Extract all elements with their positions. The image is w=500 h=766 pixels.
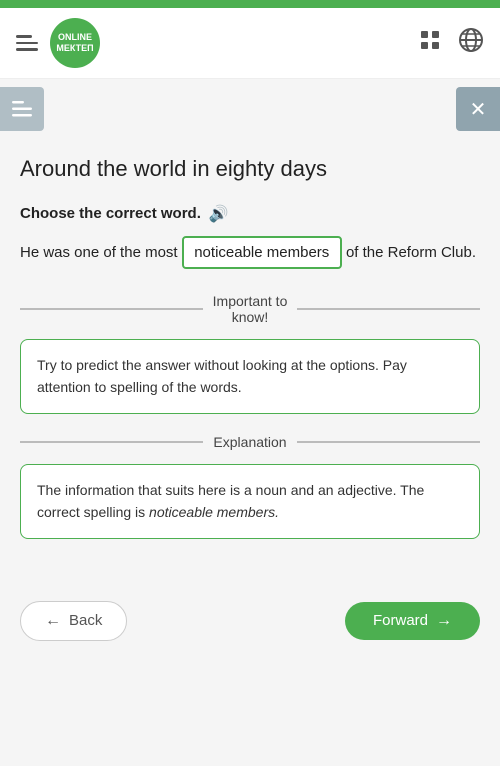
divider-line-right [297, 308, 480, 310]
nav-header: ONLINE МЕКТЕП ​ [0, 8, 500, 79]
info-card: Try to predict the answer without lookin… [20, 339, 480, 414]
grid-icon[interactable]: ​ [418, 28, 442, 58]
explanation-italic: noticeable members. [149, 504, 279, 520]
page-title: Around the world in eighty days [20, 155, 480, 184]
sound-icon[interactable]: 🔊 [209, 204, 229, 224]
main-content: Around the world in eighty days Choose t… [0, 139, 500, 579]
logo: ONLINE МЕКТЕП [50, 18, 100, 68]
divider-line-left [20, 308, 203, 310]
sentence-part1: He was one of the most [20, 244, 178, 261]
nav-right: ​ [418, 27, 484, 59]
explanation-divider: Explanation [20, 434, 480, 450]
important-label: Important to know! [213, 293, 288, 325]
important-divider: Important to know! [20, 293, 480, 325]
explanation-divider-line-left [20, 441, 203, 443]
sentence-container: He was one of the most noticeable member… [20, 236, 480, 270]
close-button[interactable]: ✕ [456, 87, 500, 131]
nav-left: ONLINE МЕКТЕП [16, 18, 100, 68]
answer-box: noticeable members [182, 236, 342, 270]
back-arrow-icon: ← [45, 612, 61, 630]
hamburger-menu-icon[interactable] [16, 35, 38, 51]
back-button[interactable]: ← Back [20, 601, 127, 641]
explanation-label: Explanation [213, 434, 286, 450]
bottom-nav: ← Back Forward → [0, 589, 500, 653]
sentence-part2: of the Reform Club. [346, 244, 476, 261]
forward-arrow-icon: → [436, 612, 452, 630]
explanation-card: The information that suits here is a nou… [20, 464, 480, 539]
globe-icon[interactable] [458, 27, 484, 59]
forward-button[interactable]: Forward → [345, 602, 480, 640]
info-card-text: Try to predict the answer without lookin… [37, 357, 407, 395]
action-bar: ✕ [0, 79, 500, 139]
explanation-divider-line-right [297, 441, 480, 443]
question-label: Choose the correct word. 🔊 [20, 204, 480, 224]
side-menu-button[interactable] [0, 87, 44, 131]
top-bar [0, 0, 500, 8]
